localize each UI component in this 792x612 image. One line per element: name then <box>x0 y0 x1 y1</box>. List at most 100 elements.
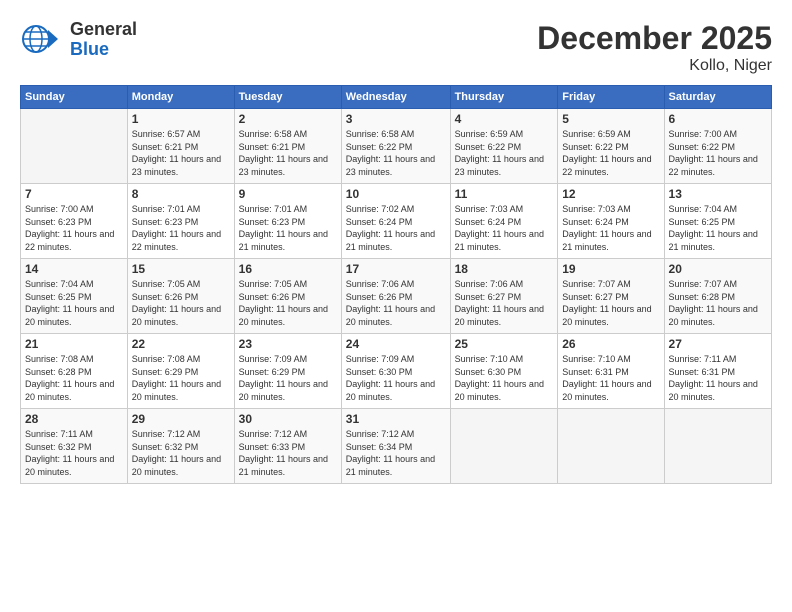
day-number: 13 <box>669 187 767 201</box>
day-info: Sunrise: 7:00 AMSunset: 6:23 PMDaylight:… <box>25 203 123 253</box>
col-tuesday: Tuesday <box>234 86 341 109</box>
calendar-week-4: 21 Sunrise: 7:08 AMSunset: 6:28 PMDaylig… <box>21 334 772 409</box>
col-friday: Friday <box>558 86 664 109</box>
calendar-cell: 30 Sunrise: 7:12 AMSunset: 6:33 PMDaylig… <box>234 409 341 484</box>
day-info: Sunrise: 6:57 AMSunset: 6:21 PMDaylight:… <box>132 128 230 178</box>
calendar-cell: 5 Sunrise: 6:59 AMSunset: 6:22 PMDayligh… <box>558 109 664 184</box>
calendar-cell: 21 Sunrise: 7:08 AMSunset: 6:28 PMDaylig… <box>21 334 128 409</box>
day-info: Sunrise: 7:06 AMSunset: 6:27 PMDaylight:… <box>455 278 554 328</box>
calendar-cell: 27 Sunrise: 7:11 AMSunset: 6:31 PMDaylig… <box>664 334 771 409</box>
day-number: 17 <box>346 262 446 276</box>
day-info: Sunrise: 7:01 AMSunset: 6:23 PMDaylight:… <box>132 203 230 253</box>
day-number: 9 <box>239 187 337 201</box>
day-number: 8 <box>132 187 230 201</box>
calendar-cell: 4 Sunrise: 6:59 AMSunset: 6:22 PMDayligh… <box>450 109 558 184</box>
day-info: Sunrise: 7:10 AMSunset: 6:31 PMDaylight:… <box>562 353 659 403</box>
calendar-cell: 17 Sunrise: 7:06 AMSunset: 6:26 PMDaylig… <box>341 259 450 334</box>
calendar-cell: 7 Sunrise: 7:00 AMSunset: 6:23 PMDayligh… <box>21 184 128 259</box>
day-info: Sunrise: 7:08 AMSunset: 6:28 PMDaylight:… <box>25 353 123 403</box>
day-number: 26 <box>562 337 659 351</box>
day-number: 20 <box>669 262 767 276</box>
calendar-cell <box>450 409 558 484</box>
day-number: 30 <box>239 412 337 426</box>
calendar-cell: 25 Sunrise: 7:10 AMSunset: 6:30 PMDaylig… <box>450 334 558 409</box>
calendar-cell: 24 Sunrise: 7:09 AMSunset: 6:30 PMDaylig… <box>341 334 450 409</box>
day-info: Sunrise: 7:09 AMSunset: 6:29 PMDaylight:… <box>239 353 337 403</box>
day-info: Sunrise: 7:12 AMSunset: 6:32 PMDaylight:… <box>132 428 230 478</box>
logo-text: General Blue <box>70 20 137 60</box>
day-info: Sunrise: 7:08 AMSunset: 6:29 PMDaylight:… <box>132 353 230 403</box>
calendar-cell: 12 Sunrise: 7:03 AMSunset: 6:24 PMDaylig… <box>558 184 664 259</box>
day-number: 28 <box>25 412 123 426</box>
day-info: Sunrise: 7:04 AMSunset: 6:25 PMDaylight:… <box>669 203 767 253</box>
calendar-cell <box>21 109 128 184</box>
day-number: 5 <box>562 112 659 126</box>
calendar-cell: 16 Sunrise: 7:05 AMSunset: 6:26 PMDaylig… <box>234 259 341 334</box>
calendar-cell: 20 Sunrise: 7:07 AMSunset: 6:28 PMDaylig… <box>664 259 771 334</box>
logo-icon <box>20 20 60 58</box>
day-info: Sunrise: 7:07 AMSunset: 6:28 PMDaylight:… <box>669 278 767 328</box>
page: General Blue December 2025 Kollo, Niger … <box>0 0 792 612</box>
day-info: Sunrise: 7:12 AMSunset: 6:33 PMDaylight:… <box>239 428 337 478</box>
day-number: 4 <box>455 112 554 126</box>
col-monday: Monday <box>127 86 234 109</box>
day-info: Sunrise: 7:09 AMSunset: 6:30 PMDaylight:… <box>346 353 446 403</box>
logo-blue: Blue <box>70 40 137 60</box>
day-info: Sunrise: 7:04 AMSunset: 6:25 PMDaylight:… <box>25 278 123 328</box>
calendar-cell: 10 Sunrise: 7:02 AMSunset: 6:24 PMDaylig… <box>341 184 450 259</box>
day-number: 22 <box>132 337 230 351</box>
calendar-cell: 8 Sunrise: 7:01 AMSunset: 6:23 PMDayligh… <box>127 184 234 259</box>
calendar-week-3: 14 Sunrise: 7:04 AMSunset: 6:25 PMDaylig… <box>21 259 772 334</box>
calendar-cell: 22 Sunrise: 7:08 AMSunset: 6:29 PMDaylig… <box>127 334 234 409</box>
day-number: 11 <box>455 187 554 201</box>
day-number: 7 <box>25 187 123 201</box>
calendar-cell: 6 Sunrise: 7:00 AMSunset: 6:22 PMDayligh… <box>664 109 771 184</box>
header: General Blue December 2025 Kollo, Niger <box>20 20 772 75</box>
calendar-cell <box>558 409 664 484</box>
day-info: Sunrise: 7:11 AMSunset: 6:31 PMDaylight:… <box>669 353 767 403</box>
day-number: 24 <box>346 337 446 351</box>
day-number: 12 <box>562 187 659 201</box>
day-number: 1 <box>132 112 230 126</box>
day-info: Sunrise: 7:12 AMSunset: 6:34 PMDaylight:… <box>346 428 446 478</box>
calendar-cell: 2 Sunrise: 6:58 AMSunset: 6:21 PMDayligh… <box>234 109 341 184</box>
calendar-cell: 11 Sunrise: 7:03 AMSunset: 6:24 PMDaylig… <box>450 184 558 259</box>
day-number: 29 <box>132 412 230 426</box>
location: Kollo, Niger <box>537 57 772 75</box>
calendar-week-5: 28 Sunrise: 7:11 AMSunset: 6:32 PMDaylig… <box>21 409 772 484</box>
col-thursday: Thursday <box>450 86 558 109</box>
calendar-cell: 29 Sunrise: 7:12 AMSunset: 6:32 PMDaylig… <box>127 409 234 484</box>
title-area: December 2025 Kollo, Niger <box>537 20 772 75</box>
day-number: 18 <box>455 262 554 276</box>
calendar-cell: 31 Sunrise: 7:12 AMSunset: 6:34 PMDaylig… <box>341 409 450 484</box>
calendar-table: Sunday Monday Tuesday Wednesday Thursday… <box>20 85 772 484</box>
day-number: 10 <box>346 187 446 201</box>
day-info: Sunrise: 7:02 AMSunset: 6:24 PMDaylight:… <box>346 203 446 253</box>
calendar-cell: 13 Sunrise: 7:04 AMSunset: 6:25 PMDaylig… <box>664 184 771 259</box>
logo-general: General <box>70 20 137 40</box>
day-info: Sunrise: 6:58 AMSunset: 6:21 PMDaylight:… <box>239 128 337 178</box>
day-info: Sunrise: 7:01 AMSunset: 6:23 PMDaylight:… <box>239 203 337 253</box>
day-number: 19 <box>562 262 659 276</box>
day-info: Sunrise: 7:06 AMSunset: 6:26 PMDaylight:… <box>346 278 446 328</box>
calendar-cell <box>664 409 771 484</box>
col-wednesday: Wednesday <box>341 86 450 109</box>
day-info: Sunrise: 6:59 AMSunset: 6:22 PMDaylight:… <box>562 128 659 178</box>
calendar-cell: 23 Sunrise: 7:09 AMSunset: 6:29 PMDaylig… <box>234 334 341 409</box>
calendar-cell: 28 Sunrise: 7:11 AMSunset: 6:32 PMDaylig… <box>21 409 128 484</box>
day-number: 31 <box>346 412 446 426</box>
day-number: 3 <box>346 112 446 126</box>
day-info: Sunrise: 6:59 AMSunset: 6:22 PMDaylight:… <box>455 128 554 178</box>
calendar-cell: 3 Sunrise: 6:58 AMSunset: 6:22 PMDayligh… <box>341 109 450 184</box>
day-info: Sunrise: 7:05 AMSunset: 6:26 PMDaylight:… <box>239 278 337 328</box>
day-number: 21 <box>25 337 123 351</box>
calendar-cell: 9 Sunrise: 7:01 AMSunset: 6:23 PMDayligh… <box>234 184 341 259</box>
day-info: Sunrise: 7:03 AMSunset: 6:24 PMDaylight:… <box>455 203 554 253</box>
day-number: 27 <box>669 337 767 351</box>
calendar-cell: 18 Sunrise: 7:06 AMSunset: 6:27 PMDaylig… <box>450 259 558 334</box>
day-number: 6 <box>669 112 767 126</box>
day-info: Sunrise: 6:58 AMSunset: 6:22 PMDaylight:… <box>346 128 446 178</box>
day-number: 16 <box>239 262 337 276</box>
calendar-week-2: 7 Sunrise: 7:00 AMSunset: 6:23 PMDayligh… <box>21 184 772 259</box>
calendar-cell: 19 Sunrise: 7:07 AMSunset: 6:27 PMDaylig… <box>558 259 664 334</box>
